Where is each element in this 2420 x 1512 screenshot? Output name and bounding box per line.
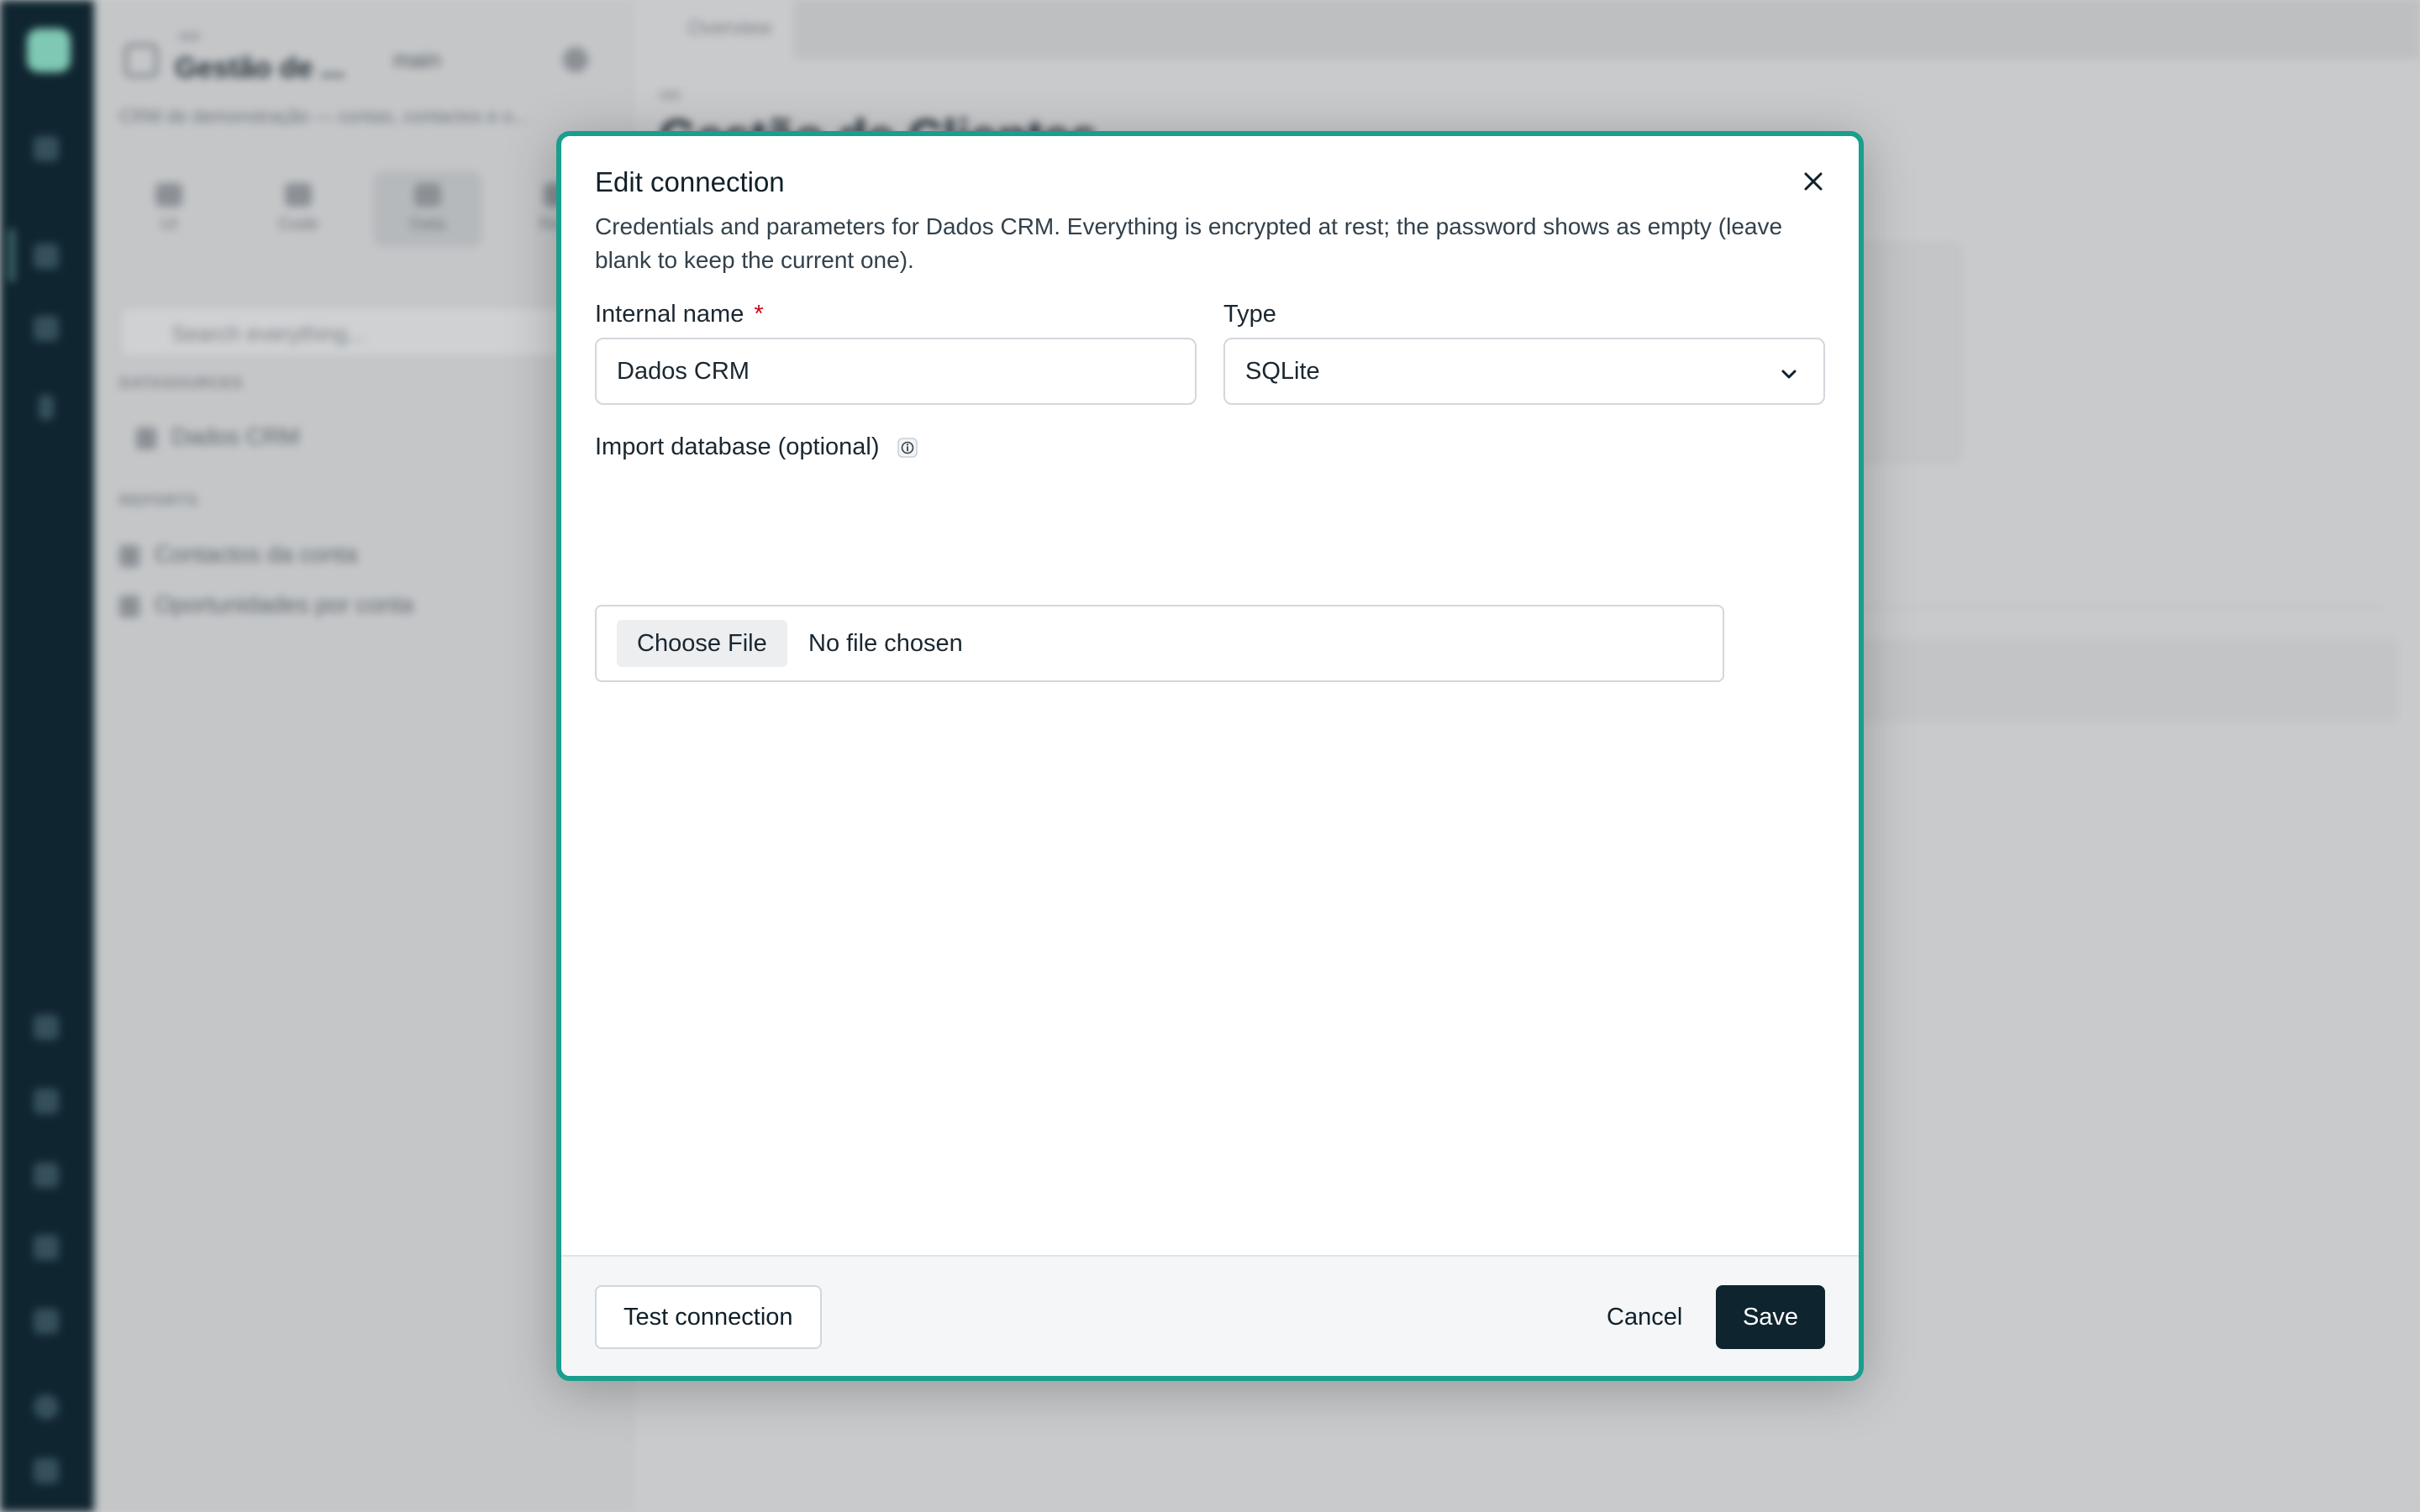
report-item[interactable]: Oportunidades por conta — [119, 591, 413, 618]
rocket-icon[interactable] — [34, 316, 59, 341]
project-pre-label: app — [178, 29, 201, 43]
close-button[interactable] — [1793, 161, 1833, 202]
type-select-value: SQLite — [1245, 357, 1320, 385]
project-name: Gestão de ... — [175, 52, 345, 84]
test-connection-button[interactable]: Test connection — [595, 1285, 822, 1349]
nav-rail — [0, 0, 94, 1512]
internal-name-input[interactable]: Dados CRM — [595, 338, 1197, 405]
dialog-description: Credentials and parameters for Dados CRM… — [595, 213, 1783, 273]
datasource-item[interactable]: Dados CRM — [136, 423, 299, 450]
sidebar-tabs: UI Code Data Re... — [114, 171, 618, 247]
more-icon[interactable] — [39, 395, 54, 420]
logout-icon[interactable] — [34, 1458, 59, 1483]
datasources-heading: DATASOURCES — [119, 375, 244, 391]
breadcrumb: app — [659, 87, 681, 102]
choose-file-button[interactable]: Choose File — [617, 620, 787, 667]
users-icon[interactable] — [34, 1089, 59, 1114]
apps-icon[interactable] — [34, 244, 59, 269]
type-select[interactable]: SQLite — [1223, 338, 1825, 405]
tab-ui[interactable]: UI — [114, 171, 224, 247]
send-icon[interactable] — [34, 1015, 59, 1040]
tab-overview[interactable]: Overview — [634, 0, 793, 59]
avatar[interactable] — [34, 1394, 59, 1420]
project-sidebar: app Gestão de ... main CRM de demonstraç… — [94, 0, 632, 1512]
app-logo — [27, 29, 71, 72]
dialog-footer: Test connection Cancel Save — [561, 1255, 1859, 1376]
info-icon[interactable] — [897, 437, 918, 459]
help-icon[interactable] — [34, 1235, 59, 1260]
internal-name-label: Internal name * — [595, 301, 764, 328]
report-item[interactable]: Contactos da conta — [119, 541, 357, 568]
cancel-button[interactable]: Cancel — [1586, 1285, 1702, 1349]
chevron-down-icon — [1781, 370, 1797, 379]
close-icon — [1804, 172, 1823, 191]
project-description: CRM de demonstração — contas, contactos … — [119, 106, 529, 127]
save-button[interactable]: Save — [1716, 1285, 1825, 1349]
file-input[interactable]: Choose File No file chosen — [595, 605, 1724, 682]
gear-icon[interactable] — [563, 47, 588, 72]
tab-data[interactable]: Data — [373, 171, 482, 247]
tab-bar: Overview — [634, 0, 2420, 59]
import-database-label: Import database (optional) — [595, 433, 918, 461]
settings-icon[interactable] — [34, 1309, 59, 1334]
home-icon[interactable] — [34, 136, 59, 161]
reports-heading: REPORTS — [119, 492, 199, 509]
file-status: No file chosen — [808, 630, 963, 657]
required-marker: * — [754, 301, 764, 328]
branch-selector[interactable]: main — [393, 47, 440, 73]
edit-connection-dialog: Edit connection Credentials and paramete… — [556, 131, 1864, 1381]
dialog-body: Edit connection Credentials and paramete… — [561, 136, 1859, 1255]
dialog-title: Edit connection — [595, 166, 785, 197]
key-icon[interactable] — [34, 1163, 59, 1188]
search-input[interactable]: Search everything... — [119, 306, 590, 358]
tab-code[interactable]: Code — [244, 171, 353, 247]
rail-active-indicator — [8, 228, 15, 282]
type-label: Type — [1223, 301, 1276, 328]
project-icon — [124, 44, 158, 77]
